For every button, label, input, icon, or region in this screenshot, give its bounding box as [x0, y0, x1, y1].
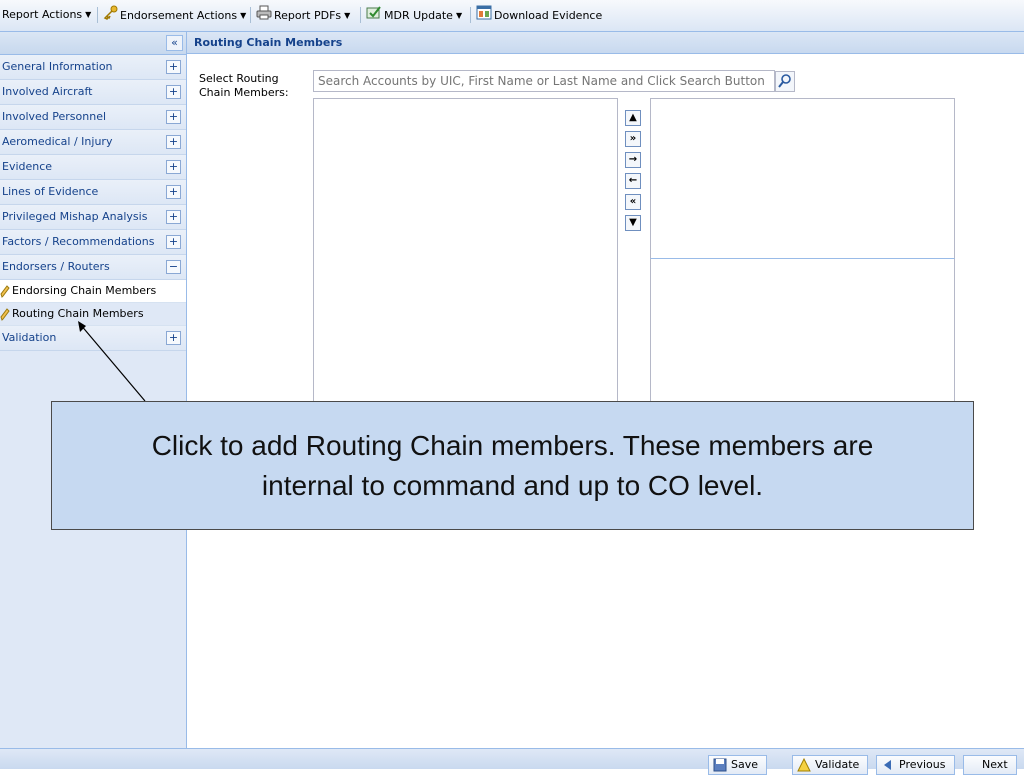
previous-arrow-icon: [881, 758, 895, 778]
nav-item-endorsers-routers[interactable]: Endorsers / Routers −: [0, 255, 186, 280]
mdr-update-menu[interactable]: MDR Update ▼: [366, 5, 462, 25]
nav-item-label: Involved Aircraft: [2, 85, 93, 98]
select-routing-label: Select Routing Chain Members:: [199, 72, 289, 99]
nav-item-privileged-mishap-analysis[interactable]: Privileged Mishap Analysis +: [0, 205, 186, 230]
key-icon: [103, 5, 118, 27]
validate-button[interactable]: Validate: [792, 755, 869, 778]
warning-icon: [797, 757, 811, 778]
download-icon: [476, 5, 492, 27]
move-down-icon[interactable]: ▼: [625, 215, 641, 231]
search-input[interactable]: [314, 71, 777, 91]
endorsement-actions-menu[interactable]: Endorsement Actions ▼: [103, 5, 246, 25]
search-button[interactable]: [775, 71, 795, 92]
panel-title: Routing Chain Members: [187, 32, 1024, 54]
nav-item-label: Evidence: [2, 160, 53, 173]
nav-item-evidence[interactable]: Evidence +: [0, 155, 186, 180]
nav-item-validation[interactable]: Validation +: [0, 326, 186, 351]
toolbar-separator: [360, 7, 361, 23]
dropdown-caret-icon: ▼: [455, 11, 463, 20]
download-evidence-label: Download Evidence: [494, 9, 603, 22]
previous-label: Previous: [899, 758, 946, 771]
toolbar-separator: [97, 7, 98, 23]
validate-label: Validate: [815, 758, 860, 771]
next-label: Next: [982, 758, 1008, 771]
mdr-update-icon: [366, 5, 382, 27]
transfer-controls: ▲ » → ← « ▼: [625, 110, 641, 236]
remove-selected-icon[interactable]: ←: [625, 173, 641, 189]
instruction-callout: Click to add Routing Chain members. Thes…: [51, 401, 974, 530]
nav-item-general-information[interactable]: General Information +: [0, 55, 186, 80]
search-icon: [778, 74, 791, 88]
nav-item-aeromedical-injury[interactable]: Aeromedical / Injury +: [0, 130, 186, 155]
mdr-update-label: MDR Update: [384, 9, 453, 22]
edit-pencil-icon: [0, 284, 10, 298]
dropdown-caret-icon: ▼: [240, 11, 247, 20]
expand-icon[interactable]: +: [166, 235, 181, 249]
dropdown-caret-icon: ▼: [85, 10, 92, 19]
printer-icon: [256, 5, 272, 27]
download-evidence-button[interactable]: Download Evidence: [476, 5, 602, 25]
edit-pencil-icon: [0, 307, 10, 321]
callout-text: Click to add Routing Chain members. Thes…: [151, 429, 874, 501]
nav-item-label: Factors / Recommendations: [2, 235, 155, 248]
expand-icon[interactable]: +: [166, 110, 181, 124]
left-navigation-panel: « General Information + Involved Aircraft…: [0, 32, 187, 768]
nav-item-involved-aircraft[interactable]: Involved Aircraft +: [0, 80, 186, 105]
report-actions-menu[interactable]: Report Actions ▼: [2, 5, 91, 25]
search-field[interactable]: [313, 70, 777, 92]
add-all-icon[interactable]: »: [625, 131, 641, 147]
expand-icon[interactable]: +: [166, 331, 181, 345]
next-button[interactable]: Next: [963, 755, 1017, 775]
nav-item-involved-personnel[interactable]: Involved Personnel +: [0, 105, 186, 130]
nav-item-factors-recommendations[interactable]: Factors / Recommendations +: [0, 230, 186, 255]
expand-icon[interactable]: +: [166, 185, 181, 199]
expand-icon[interactable]: +: [166, 210, 181, 224]
save-button[interactable]: Save: [708, 755, 768, 778]
expand-icon[interactable]: +: [166, 135, 181, 149]
previous-button[interactable]: Previous: [876, 755, 955, 775]
expand-icon[interactable]: +: [166, 60, 181, 74]
save-label: Save: [731, 758, 759, 771]
sub-item-routing-chain-members[interactable]: Routing Chain Members: [0, 303, 186, 326]
selected-members-list[interactable]: [650, 98, 955, 259]
nav-item-label: Lines of Evidence: [2, 185, 99, 198]
nav-header: «: [0, 32, 186, 55]
report-pdfs-label: Report PDFs: [274, 9, 342, 22]
save-icon: [713, 758, 727, 778]
collapse-panel-icon[interactable]: «: [166, 35, 183, 51]
nav-item-label: Endorsers / Routers: [2, 260, 110, 273]
sub-item-label: Routing Chain Members: [12, 307, 144, 320]
nav-item-label: General Information: [2, 60, 113, 73]
nav-list: General Information + Involved Aircraft + …: [0, 55, 186, 351]
add-selected-icon[interactable]: →: [625, 152, 641, 168]
collapse-icon[interactable]: −: [166, 260, 181, 274]
report-pdfs-menu[interactable]: Report PDFs ▼: [256, 5, 350, 25]
nav-item-label: Validation: [2, 331, 57, 344]
endorsement-actions-label: Endorsement Actions: [120, 9, 238, 22]
selected-members-list-lower[interactable]: [650, 258, 955, 410]
sub-item-label: Endorsing Chain Members: [12, 284, 157, 297]
nav-item-label: Aeromedical / Injury: [2, 135, 113, 148]
main-panel: Routing Chain Members Select Routing Cha…: [187, 32, 1024, 748]
expand-icon[interactable]: +: [166, 160, 181, 174]
toolbar-separator: [250, 7, 251, 23]
sub-item-endorsing-chain-members[interactable]: Endorsing Chain Members: [0, 280, 186, 303]
expand-icon[interactable]: +: [166, 85, 181, 99]
nav-item-lines-of-evidence[interactable]: Lines of Evidence +: [0, 180, 186, 205]
nav-item-label: Involved Personnel: [2, 110, 107, 123]
footer-bar: Save Validate Previous Next: [0, 748, 1024, 775]
dropdown-caret-icon: ▼: [344, 11, 351, 20]
nav-item-label: Privileged Mishap Analysis: [2, 210, 148, 223]
toolbar-separator: [470, 7, 471, 23]
remove-all-icon[interactable]: «: [625, 194, 641, 210]
move-up-icon[interactable]: ▲: [625, 110, 641, 126]
top-toolbar: Report Actions ▼ Endorsement Actions ▼ Rep…: [0, 0, 1024, 32]
available-members-list[interactable]: [313, 98, 618, 410]
report-actions-label: Report Actions: [2, 8, 83, 21]
